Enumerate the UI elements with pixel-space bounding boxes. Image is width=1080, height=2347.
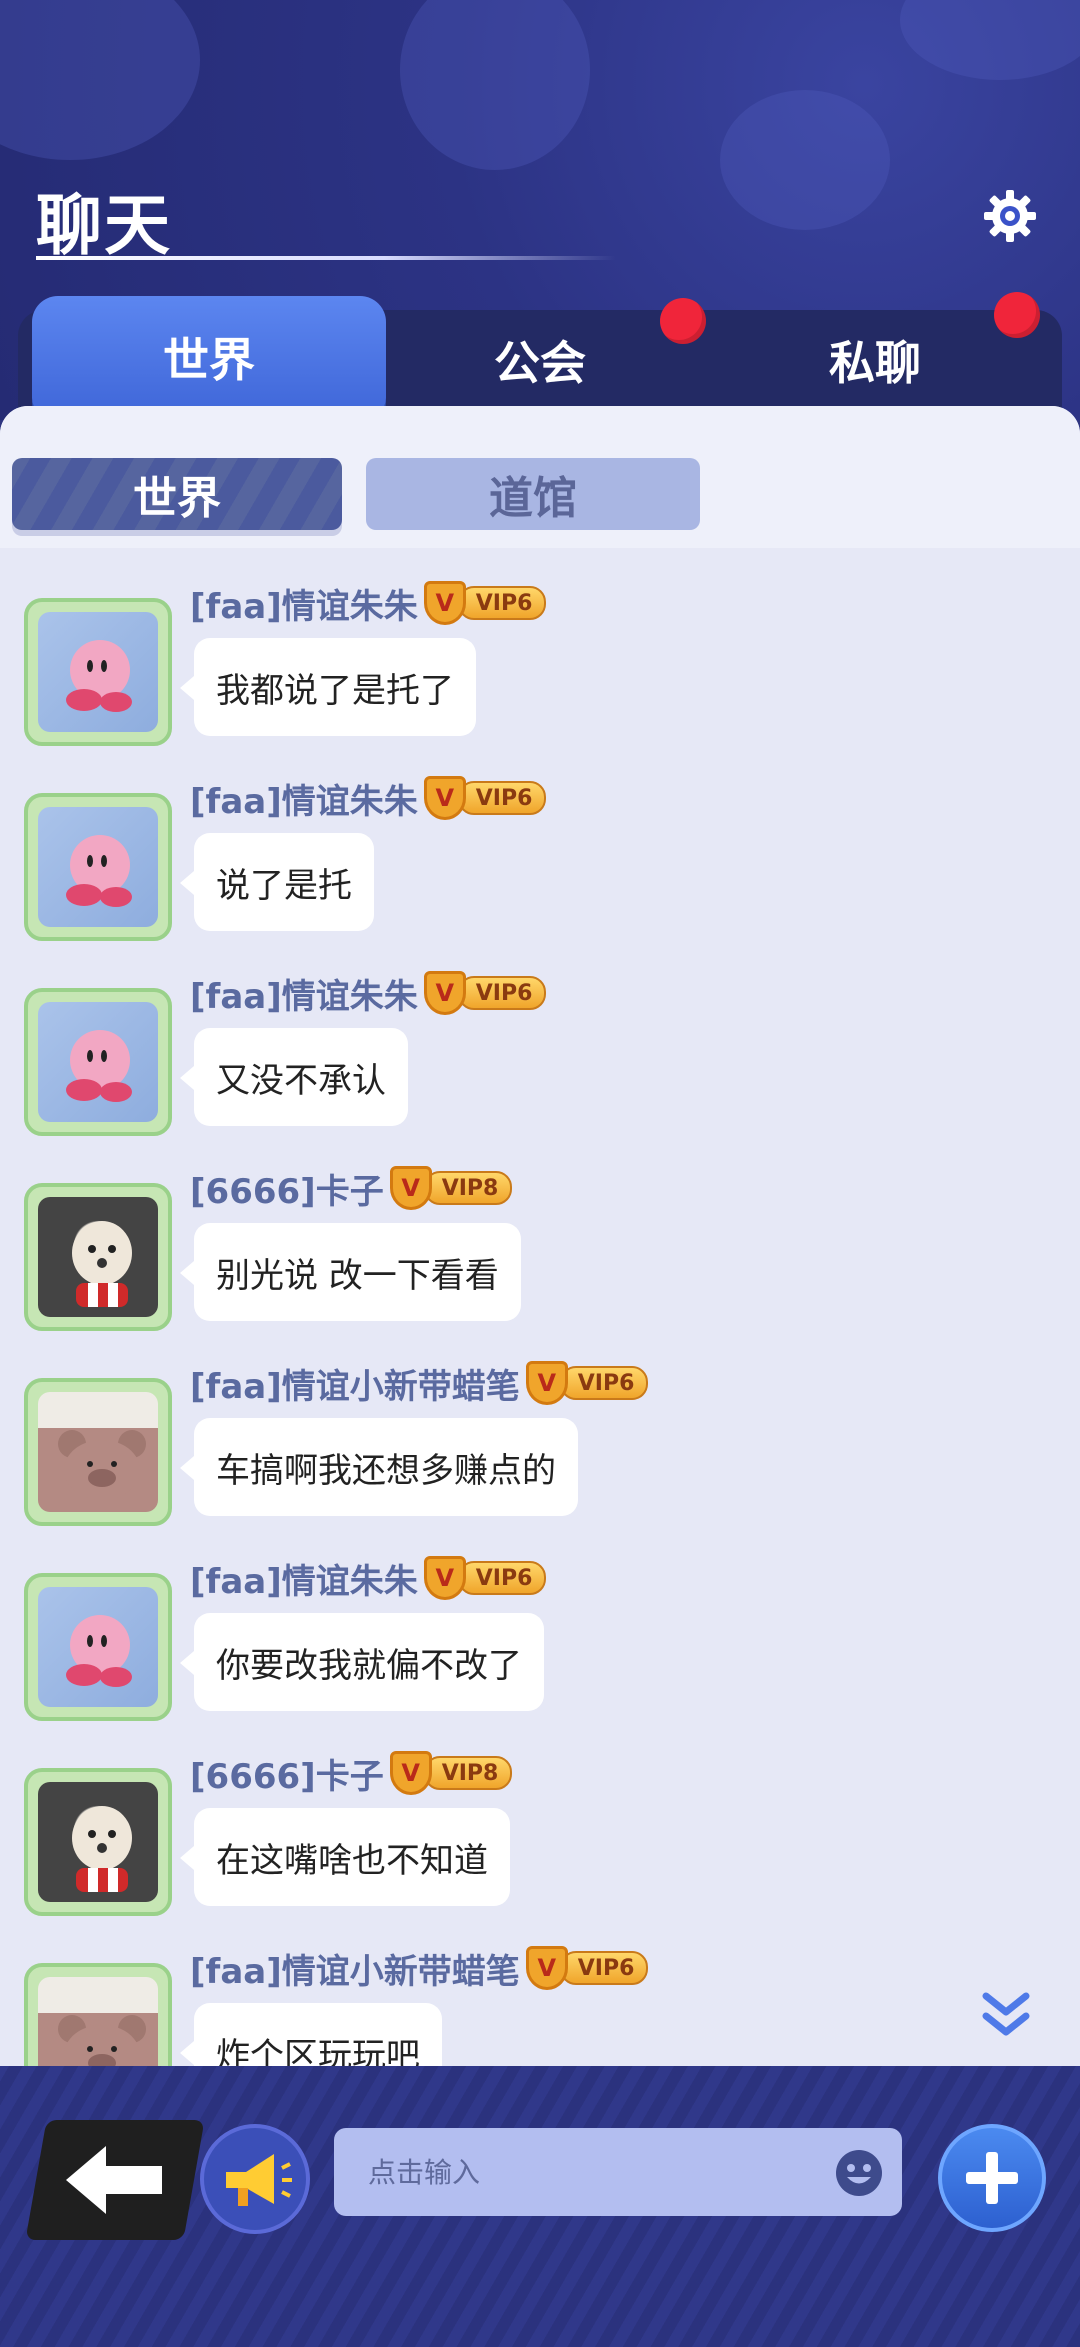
message-bubble: 又没不承认 bbox=[180, 1028, 408, 1126]
list-item: [faa]情谊朱朱 V VIP6 说了是托 bbox=[0, 773, 1080, 968]
list-item: [faa]情谊朱朱 V VIP6 又没不承认 bbox=[0, 968, 1080, 1163]
sender-name: [6666]卡子 V VIP8 bbox=[190, 1748, 513, 1798]
title-underline bbox=[36, 256, 616, 260]
message-list[interactable]: [faa]情谊朱朱 V VIP6 我都说了是托了 [faa]情谊朱朱 V VIP6 说了… bbox=[0, 548, 1080, 2066]
bg-pattern bbox=[0, 0, 200, 160]
bg-pattern bbox=[400, 0, 590, 170]
avatar[interactable] bbox=[24, 1573, 172, 1721]
sender-name: [faa]情谊朱朱 V VIP6 bbox=[190, 773, 547, 823]
message-bubble: 说了是托 bbox=[180, 833, 374, 931]
sender-name: [faa]情谊朱朱 V VIP6 bbox=[190, 578, 547, 628]
message-bubble: 在这嘴啥也不知道 bbox=[180, 1808, 510, 1906]
avatar[interactable] bbox=[24, 1963, 172, 2066]
list-item: [faa]情谊小新带蜡笔 V VIP6 车搞啊我还想多赚点的 bbox=[0, 1358, 1080, 1553]
subtab-gym[interactable]: 道馆 bbox=[366, 458, 700, 530]
list-item: [faa]情谊朱朱 V VIP6 你要改我就偏不改了 bbox=[0, 1553, 1080, 1748]
vip-badge: V VIP6 bbox=[423, 1556, 547, 1600]
subtab-bar: 世界 道馆 bbox=[0, 406, 1080, 548]
message-bubble: 我都说了是托了 bbox=[180, 638, 476, 736]
sender-name: [6666]卡子 V VIP8 bbox=[190, 1163, 513, 1213]
avatar[interactable] bbox=[24, 988, 172, 1136]
avatar[interactable] bbox=[24, 1768, 172, 1916]
tab-world[interactable]: 世界 bbox=[32, 296, 386, 440]
chat-panel: 世界 道馆 [faa]情谊朱朱 V VIP6 我都说了是托了 [faa]情谊朱朱 V V… bbox=[0, 406, 1080, 2066]
vip-badge: V VIP6 bbox=[423, 581, 547, 625]
tab-guild[interactable]: 公会 bbox=[400, 300, 680, 420]
bg-pattern bbox=[900, 0, 1080, 80]
bg-pattern bbox=[720, 90, 890, 230]
megaphone-icon bbox=[226, 2154, 292, 2206]
back-button[interactable] bbox=[25, 2120, 205, 2240]
message-bubble: 别光说 改一下看看 bbox=[180, 1223, 521, 1321]
subtab-world[interactable]: 世界 bbox=[12, 458, 342, 530]
double-chevron-down-icon[interactable] bbox=[978, 1986, 1034, 2042]
vip-badge: V VIP8 bbox=[389, 1166, 513, 1210]
tab-private-chat[interactable]: 私聊 bbox=[730, 300, 1020, 420]
plus-icon bbox=[966, 2152, 1018, 2204]
sender-name: [faa]情谊朱朱 V VIP6 bbox=[190, 1553, 547, 1603]
avatar[interactable] bbox=[24, 1378, 172, 1526]
private-notification-badge bbox=[994, 292, 1040, 338]
message-bubble: 你要改我就偏不改了 bbox=[180, 1613, 544, 1711]
avatar[interactable] bbox=[24, 793, 172, 941]
add-button[interactable] bbox=[938, 2124, 1046, 2232]
vip-badge: V VIP6 bbox=[423, 776, 547, 820]
list-item: [6666]卡子 V VIP8 别光说 改一下看看 bbox=[0, 1163, 1080, 1358]
message-input[interactable] bbox=[366, 2154, 790, 2190]
guild-notification-badge bbox=[660, 298, 706, 344]
list-item: [faa]情谊小新带蜡笔 V VIP6 炸个区玩玩吧 bbox=[0, 1943, 1080, 2066]
vip-badge: V VIP8 bbox=[389, 1751, 513, 1795]
gear-icon[interactable] bbox=[982, 188, 1038, 244]
bottom-input-bar bbox=[0, 2066, 1080, 2347]
list-item: [faa]情谊朱朱 V VIP6 我都说了是托了 bbox=[0, 578, 1080, 773]
sender-name: [faa]情谊朱朱 V VIP6 bbox=[190, 968, 547, 1018]
vip-badge: V VIP6 bbox=[525, 1361, 649, 1405]
avatar[interactable] bbox=[24, 598, 172, 746]
back-arrow-icon bbox=[66, 2146, 162, 2214]
list-item: [6666]卡子 V VIP8 在这嘴啥也不知道 bbox=[0, 1748, 1080, 1943]
message-bubble: 炸个区玩玩吧 bbox=[180, 2003, 442, 2066]
vip-badge: V VIP6 bbox=[423, 971, 547, 1015]
page-title: 聊天 bbox=[36, 187, 172, 264]
avatar[interactable] bbox=[24, 1183, 172, 1331]
sender-name: [faa]情谊小新带蜡笔 V VIP6 bbox=[190, 1358, 649, 1408]
megaphone-button[interactable] bbox=[200, 2124, 310, 2234]
sender-name: [faa]情谊小新带蜡笔 V VIP6 bbox=[190, 1943, 649, 1993]
emoji-icon[interactable] bbox=[834, 2148, 884, 2198]
chat-input-field[interactable] bbox=[334, 2128, 902, 2216]
message-bubble: 车搞啊我还想多赚点的 bbox=[180, 1418, 578, 1516]
vip-badge: V VIP6 bbox=[525, 1946, 649, 1990]
